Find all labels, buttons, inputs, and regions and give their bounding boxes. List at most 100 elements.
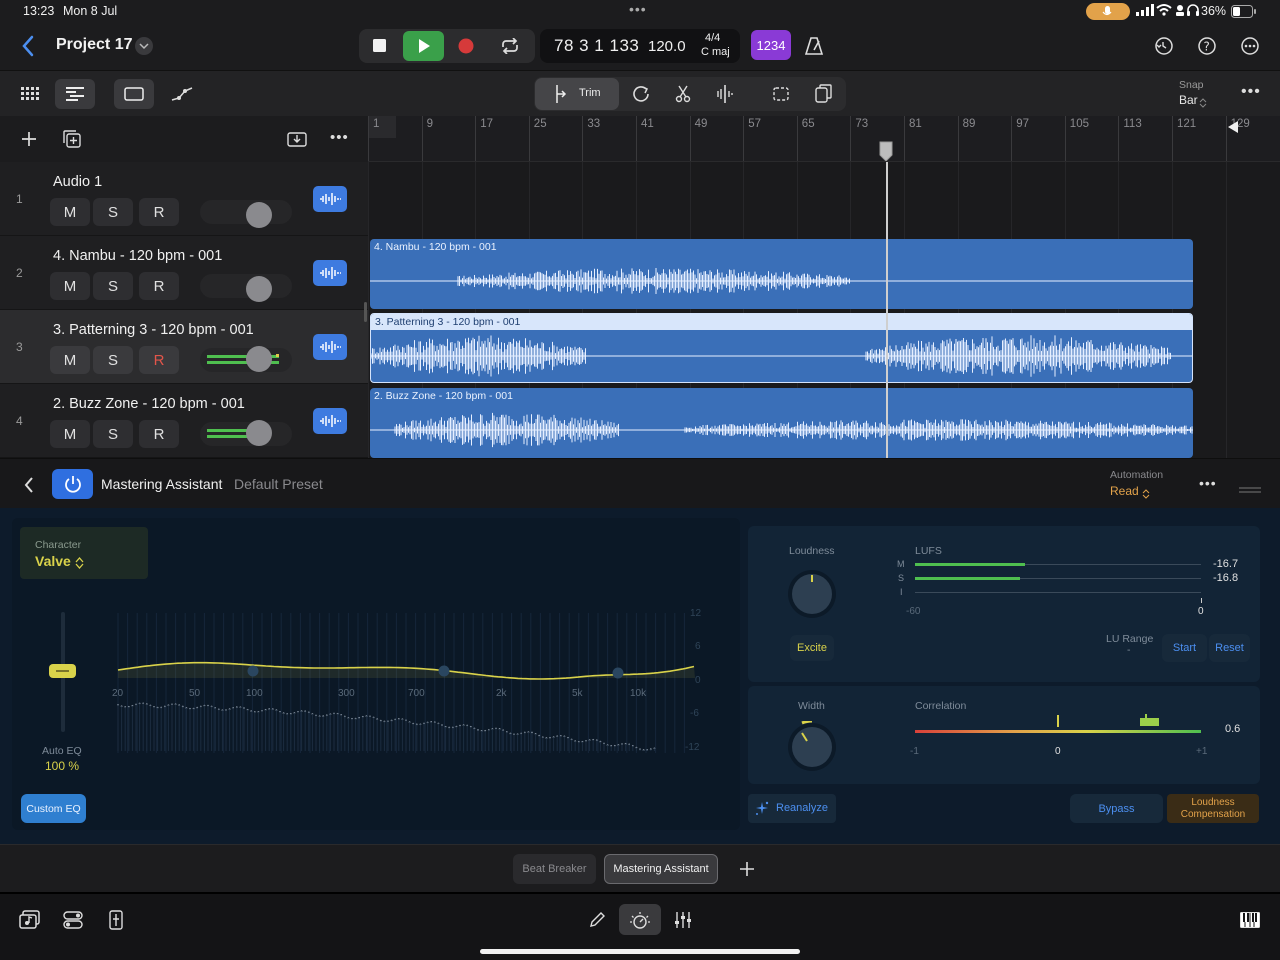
- undo-history-icon[interactable]: [1152, 34, 1176, 58]
- track-list-resize-handle[interactable]: [364, 302, 367, 322]
- panel-drag-handle-icon[interactable]: [1239, 480, 1261, 493]
- volume-fader-knob[interactable]: [246, 276, 272, 302]
- track-row-4[interactable]: 4 2. Buzz Zone - 120 bpm - 001 M S R: [0, 384, 368, 458]
- reanalyze-button[interactable]: Reanalyze: [748, 794, 836, 823]
- mute-button[interactable]: M: [50, 272, 90, 300]
- browser-media-icon[interactable]: [17, 907, 43, 933]
- mute-button[interactable]: M: [50, 420, 90, 448]
- custom-eq-button[interactable]: Custom EQ: [21, 794, 86, 823]
- status-time: 13:23: [23, 4, 55, 18]
- lufs-s-value: -16.8: [1213, 572, 1239, 584]
- plugin-power-button[interactable]: [52, 469, 93, 499]
- loudness-label: Loudness: [789, 545, 835, 557]
- inspector-toggles-icon[interactable]: [60, 907, 86, 933]
- ruler-tick: [1172, 116, 1173, 161]
- character-selector[interactable]: Character Valve: [20, 527, 148, 579]
- tab-beat-breaker[interactable]: Beat Breaker: [513, 854, 596, 884]
- duplicate-track-icon[interactable]: [60, 127, 84, 151]
- count-in-button[interactable]: 1234: [751, 30, 791, 60]
- piano-keyboard-icon[interactable]: [1237, 907, 1263, 933]
- toolbar-more-icon[interactable]: •••: [1241, 83, 1261, 101]
- loudness-compensation-button[interactable]: Loudness Compensation: [1167, 794, 1259, 823]
- track-list-more-icon[interactable]: •••: [330, 129, 349, 146]
- record-enable-button[interactable]: R: [139, 346, 179, 374]
- audio-waveform-icon[interactable]: [313, 186, 347, 212]
- record-button[interactable]: [450, 33, 482, 59]
- browser-grid-icon[interactable]: [12, 79, 48, 109]
- cycle-button[interactable]: [494, 33, 526, 59]
- lu-start-button[interactable]: Start: [1162, 634, 1207, 662]
- add-track-icon[interactable]: [17, 127, 41, 151]
- select-region-icon[interactable]: [767, 81, 795, 107]
- tab-mastering-assistant[interactable]: Mastering Assistant: [604, 854, 718, 884]
- lcd-display[interactable]: 78 3 1 133 120.0 4/4 C maj: [540, 29, 740, 63]
- region-view-icon[interactable]: [114, 79, 154, 109]
- volume-fader-knob[interactable]: [246, 202, 272, 228]
- multitask-dots-icon[interactable]: •••: [629, 1, 647, 17]
- mixer-icon[interactable]: [670, 907, 696, 933]
- metronome-icon[interactable]: [800, 33, 828, 59]
- stop-button[interactable]: [364, 33, 396, 59]
- help-icon[interactable]: ?: [1195, 34, 1219, 58]
- audio-waveform-icon[interactable]: [313, 260, 347, 286]
- eq-db-label: 12: [690, 608, 702, 619]
- record-enable-button[interactable]: R: [139, 198, 179, 226]
- split-at-playhead-icon[interactable]: [711, 81, 739, 107]
- solo-button[interactable]: S: [93, 272, 133, 300]
- plugin-back-chevron-icon[interactable]: [17, 473, 41, 497]
- play-button[interactable]: [403, 31, 444, 61]
- audio-region-patterning[interactable]: 3. Patterning 3 - 120 bpm - 001: [370, 313, 1193, 383]
- solo-button[interactable]: S: [93, 346, 133, 374]
- trim-tool-button[interactable]: Trim: [535, 78, 619, 110]
- eq-graph[interactable]: 20 50 100 300 700 2k 5k 10k 12 6 0 -6 -12: [90, 593, 730, 763]
- record-enable-button[interactable]: R: [139, 420, 179, 448]
- plugins-view-icon[interactable]: [619, 904, 661, 935]
- scissors-icon[interactable]: [669, 81, 697, 107]
- audio-waveform-icon[interactable]: [313, 334, 347, 360]
- plugin-preset[interactable]: Default Preset: [234, 476, 323, 492]
- record-enable-button[interactable]: R: [139, 272, 179, 300]
- track-row-3[interactable]: 3 3. Patterning 3 - 120 bpm - 001 M S R: [0, 310, 368, 384]
- automation-mode[interactable]: Read: [1110, 484, 1139, 498]
- solo-button[interactable]: S: [93, 198, 133, 226]
- project-menu-chevron-icon[interactable]: [135, 37, 153, 55]
- correlation-mid: 0: [1055, 746, 1061, 757]
- audio-region-nambu[interactable]: 4. Nambu - 120 bpm - 001: [370, 239, 1193, 309]
- project-title[interactable]: Project 17: [56, 36, 132, 54]
- mute-button[interactable]: M: [50, 198, 90, 226]
- audio-region-buzz-zone[interactable]: 2. Buzz Zone - 120 bpm - 001: [370, 388, 1193, 458]
- copy-icon[interactable]: [810, 81, 838, 107]
- arrange-area[interactable]: 4. Nambu - 120 bpm - 001 3. Patterning 3…: [368, 162, 1280, 458]
- lu-range-value: -: [1127, 644, 1131, 656]
- width-knob[interactable]: [786, 719, 838, 773]
- volume-fader-knob[interactable]: [246, 420, 272, 446]
- bar-ruler[interactable]: 1 9 17 25 33 41 49 57 65 73 81 89 97 105 113 121 129: [368, 116, 1280, 162]
- automation-curve-icon[interactable]: [162, 79, 202, 109]
- loudness-knob[interactable]: [786, 568, 838, 620]
- tracks-view-icon[interactable]: [55, 79, 95, 109]
- snap-value[interactable]: Bar: [1179, 93, 1198, 107]
- mute-button[interactable]: M: [50, 346, 90, 374]
- pencil-icon[interactable]: [584, 907, 610, 933]
- back-chevron-icon[interactable]: [14, 32, 42, 60]
- track-controls-icon[interactable]: [103, 907, 129, 933]
- audio-waveform-icon[interactable]: [313, 408, 347, 434]
- loop-tool-icon[interactable]: [627, 81, 655, 107]
- track-row-1[interactable]: 1 Audio 1 M S R: [0, 162, 368, 236]
- auto-eq-slider-thumb[interactable]: [49, 664, 76, 678]
- eq-band-handle: [438, 665, 450, 677]
- home-indicator: [480, 949, 800, 954]
- more-options-icon[interactable]: [1238, 34, 1262, 58]
- bypass-button[interactable]: Bypass: [1070, 794, 1163, 823]
- lufs-s-bar: [915, 577, 1020, 580]
- track-row-2[interactable]: 2 4. Nambu - 120 bpm - 001 M S R: [0, 236, 368, 310]
- playhead-handle-icon[interactable]: [878, 140, 894, 161]
- import-tray-icon[interactable]: [285, 127, 309, 151]
- add-plugin-icon[interactable]: [736, 858, 758, 880]
- excite-button[interactable]: Excite: [790, 635, 834, 661]
- volume-fader-knob[interactable]: [246, 346, 272, 372]
- plugin-more-icon[interactable]: •••: [1199, 475, 1217, 491]
- solo-button[interactable]: S: [93, 420, 133, 448]
- project-end-marker-icon[interactable]: [1227, 120, 1239, 139]
- lu-reset-button[interactable]: Reset: [1209, 634, 1250, 662]
